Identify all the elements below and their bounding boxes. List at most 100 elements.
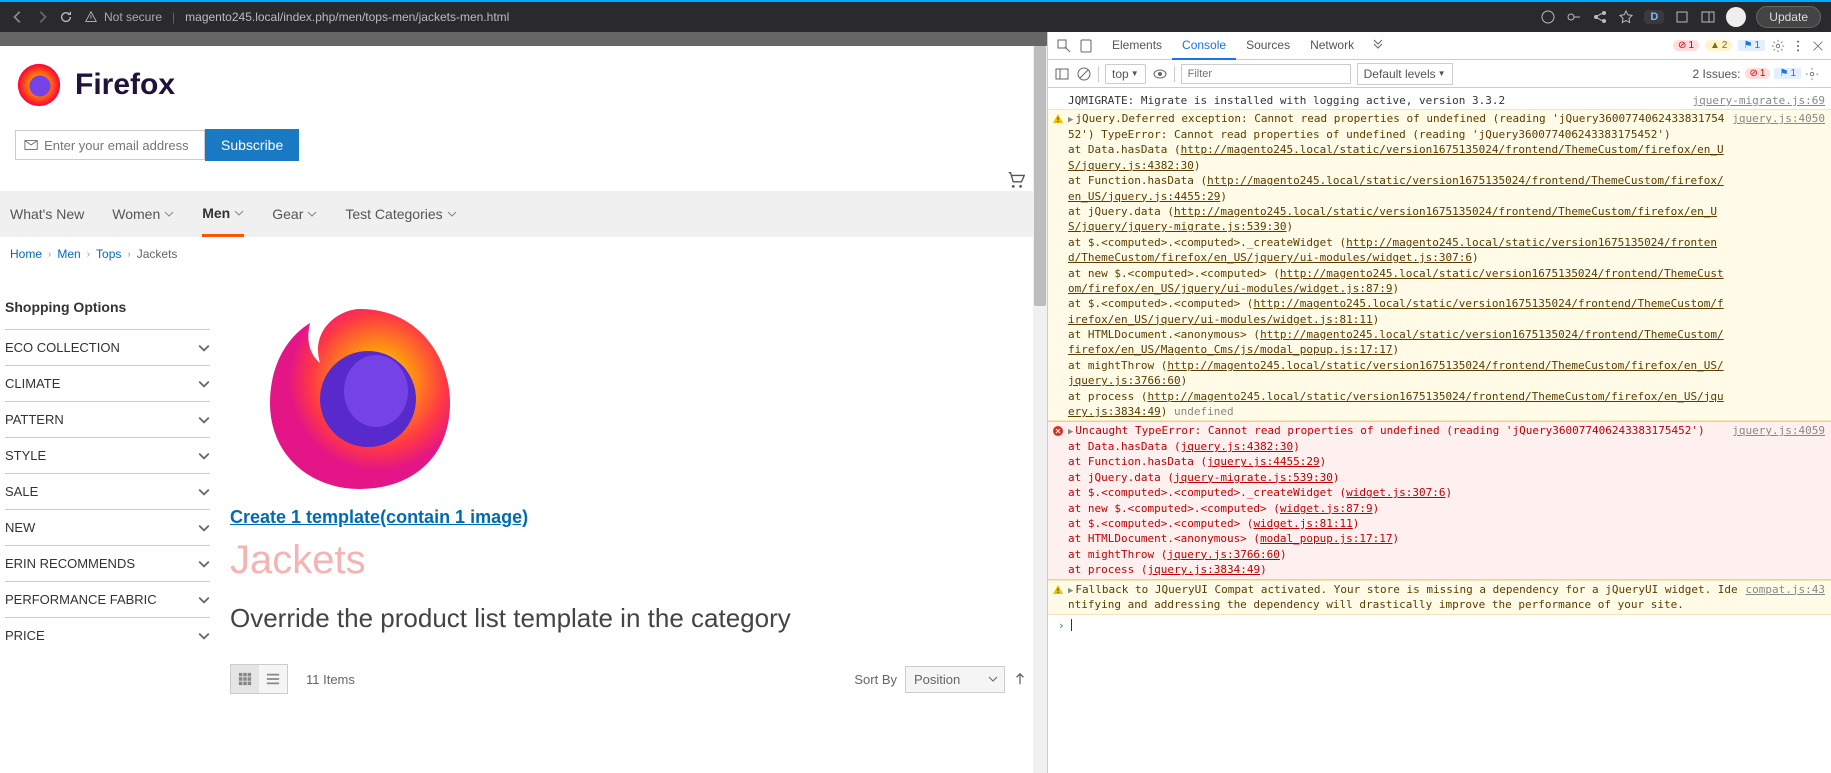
filter-input[interactable] [1181,64,1351,84]
context-selector[interactable]: top ▼ [1105,64,1146,84]
source-link[interactable]: jquery.js:4382:30 [1181,440,1294,453]
issues-label: 2 Issues: [1692,67,1740,81]
source-link[interactable]: http://magento245.local/static/version16… [1068,205,1717,233]
expand-triangle-icon[interactable]: ▶ [1068,585,1073,598]
key-icon[interactable] [1566,9,1582,25]
source-link[interactable]: compat.js:43 [1746,582,1825,613]
console-prompt[interactable]: › [1048,615,1831,636]
nav-item-men[interactable]: Men [202,191,244,237]
filter-erin-recommends[interactable]: ERIN RECOMMENDS [5,545,210,581]
clear-icon[interactable] [1076,66,1092,82]
update-button[interactable]: Update [1756,6,1821,28]
forward-icon[interactable] [34,9,50,25]
console-row-warn: ▶Fallback to JQueryUI Compat activated. … [1048,580,1831,615]
close-icon[interactable] [1811,39,1825,53]
grid-view-button[interactable] [231,665,259,693]
cart-icon[interactable] [1005,169,1027,191]
source-link[interactable]: jquery.js:4059 [1732,423,1825,577]
star-icon[interactable] [1618,9,1634,25]
google-icon[interactable] [1540,9,1556,25]
sort-direction-icon[interactable] [1013,672,1027,686]
filter-climate[interactable]: CLIMATE [5,365,210,401]
devtools-tab-console[interactable]: Console [1172,32,1236,60]
source-link[interactable]: http://magento245.local/static/version16… [1068,390,1724,418]
source-link[interactable]: jquery.js:4050 [1732,111,1825,419]
breadcrumb-tops[interactable]: Tops [96,247,121,261]
firefox-logo-icon [15,61,63,109]
nav-item-gear[interactable]: Gear [272,191,317,237]
avatar[interactable] [1726,7,1746,27]
source-link[interactable]: jquery.js:4455:29 [1207,455,1320,468]
reload-icon[interactable] [58,9,74,25]
breadcrumb-men[interactable]: Men [57,247,80,261]
source-link[interactable]: http://magento245.local/static/version16… [1068,174,1724,202]
error-count-badge[interactable]: ⊘ 1 [1673,40,1699,51]
filter-style[interactable]: STYLE [5,437,210,473]
devtools-tab-network[interactable]: Network [1300,32,1364,60]
console-row-warn: ▶jQuery.Deferred exception: Cannot read … [1048,109,1831,421]
source-link[interactable]: widget.js:87:9 [1280,502,1373,515]
issues-flag-badge[interactable]: ⚑ 1 [1774,68,1801,79]
device-icon[interactable] [1078,38,1094,54]
scrollbar-thumb[interactable] [1034,46,1046,306]
breadcrumb-home[interactable]: Home [10,247,42,261]
eye-icon[interactable] [1152,66,1168,82]
source-link[interactable]: http://magento245.local/static/version16… [1068,297,1724,325]
source-link[interactable]: http://magento245.local/static/version16… [1068,328,1724,356]
list-view-button[interactable] [259,665,287,693]
devtools-tab-elements[interactable]: Elements [1102,32,1172,60]
settings-icon[interactable] [1805,67,1819,81]
email-input[interactable] [44,138,196,153]
filter-eco-collection[interactable]: ECO COLLECTION [5,329,210,365]
expand-triangle-icon[interactable]: ▶ [1068,114,1073,127]
source-link[interactable]: http://magento245.local/static/version16… [1068,267,1724,295]
share-icon[interactable] [1592,9,1608,25]
kebab-icon[interactable] [1791,39,1805,53]
url-text: magento245.local/index.php/men/tops-men/… [185,10,509,24]
url-bar[interactable]: Not secure | magento245.local/index.php/… [84,10,509,24]
source-link[interactable]: http://magento245.local/static/version16… [1068,359,1724,387]
filter-price[interactable]: PRICE [5,617,210,653]
devtools-tab-sources[interactable]: Sources [1236,32,1300,60]
breadcrumb-separator: › [127,249,130,260]
subscribe-button[interactable]: Subscribe [205,129,299,161]
levels-selector[interactable]: Default levels ▼ [1357,63,1453,85]
page-scrollbar[interactable] [1033,46,1047,773]
item-count: 11 Items [306,672,355,687]
source-link[interactable]: jquery-migrate.js:539:30 [1174,471,1333,484]
back-icon[interactable] [10,9,26,25]
extensions-icon[interactable] [1674,9,1690,25]
nav-item-test-categories[interactable]: Test Categories [345,191,456,237]
inspect-icon[interactable] [1056,38,1072,54]
warning-count-badge[interactable]: ▲ 2 [1705,40,1732,51]
filter-sale[interactable]: SALE [5,473,210,509]
source-link[interactable]: jquery.js:3766:60 [1167,548,1280,561]
template-link[interactable]: Create 1 template(contain 1 image) [230,507,528,528]
panel-icon[interactable] [1700,9,1716,25]
nav-item-what-s-new[interactable]: What's New [10,191,84,237]
chevron-down-icon [234,208,244,218]
source-link[interactable]: modal_popup.js:17:17 [1260,532,1392,545]
source-link[interactable]: http://magento245.local/static/version16… [1068,236,1717,264]
source-link[interactable]: http://magento245.local/static/version16… [1068,143,1724,171]
source-link[interactable]: widget.js:307:6 [1346,486,1445,499]
gear-icon[interactable] [1771,39,1785,53]
browser-chrome: Not secure | magento245.local/index.php/… [0,0,1831,32]
sort-select[interactable]: Position [905,666,1005,693]
d-badge[interactable]: D [1644,10,1664,24]
page-viewport: Firefox Subscribe What's NewWomenMenGear… [0,32,1047,773]
filter-new[interactable]: NEW [5,509,210,545]
expand-triangle-icon[interactable]: ▶ [1068,426,1073,439]
flag-count-badge[interactable]: ⚑ 1 [1738,40,1765,51]
source-link[interactable]: widget.js:81:11 [1253,517,1352,530]
more-tabs-icon[interactable] [1370,38,1386,54]
security-label: Not secure [104,10,162,24]
nav-item-women[interactable]: Women [112,191,174,237]
source-link[interactable]: jquery.js:3834:49 [1147,563,1260,576]
issues-error-badge[interactable]: ⊘ 1 [1745,68,1771,79]
chevron-down-icon [198,344,210,352]
filter-performance-fabric[interactable]: PERFORMANCE FABRIC [5,581,210,617]
sidebar-toggle-icon[interactable] [1054,66,1070,82]
filter-pattern[interactable]: PATTERN [5,401,210,437]
source-link[interactable]: jquery-migrate.js:69 [1693,93,1825,108]
